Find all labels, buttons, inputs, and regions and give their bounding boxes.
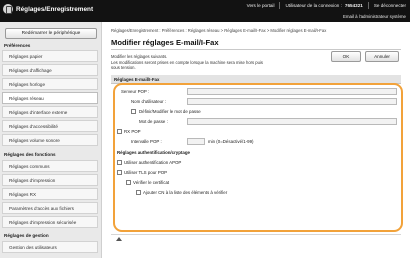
email-admin-link[interactable]: Email à l'administrateur système: [343, 14, 406, 19]
nav-divider: [367, 2, 369, 9]
verify-certificate-checkbox[interactable]: [126, 180, 131, 185]
sidebar-item-file-access[interactable]: Paramètres d'accès aux fichiers: [2, 202, 98, 214]
sidebar-item-volume[interactable]: Réglages volume sonore: [2, 134, 98, 146]
breadcrumb: Réglages/Enregistrement : Préférences : …: [111, 28, 327, 33]
auth-group-heading: Réglages authentification/cryptage: [117, 150, 190, 155]
sidebar-item-print[interactable]: Réglages d'impression: [2, 174, 98, 186]
sidebar-item-display[interactable]: Réglages d'affichage: [2, 64, 98, 76]
sidebar-item-accessibility[interactable]: Réglages d'accessibilité: [2, 120, 98, 132]
set-password-checkbox[interactable]: [131, 109, 136, 114]
device-logo-icon: [3, 4, 13, 14]
set-password-label: Définir/Modifier le mot de passe: [139, 109, 201, 114]
tls-pop-label: Utiliser TLS pour POP: [124, 170, 168, 175]
add-cn-checkbox[interactable]: [136, 190, 141, 195]
sidebar-item-clock[interactable]: Réglages horloge: [2, 78, 98, 90]
pop-interval-label: Intervalle POP :: [131, 139, 162, 144]
verify-certificate-label: Vérifier le certificat: [133, 180, 170, 185]
pop-interval-input[interactable]: [187, 138, 205, 145]
sidebar-head-preferences: Préférences: [4, 43, 31, 48]
restart-device-button[interactable]: Redémarrer le périphérique: [5, 28, 97, 39]
sidebar-item-rx[interactable]: Réglages RX: [2, 188, 98, 200]
sidebar-item-common[interactable]: Réglages communs: [2, 160, 98, 172]
main-content: Réglages/Enregistrement : Préférences : …: [103, 22, 410, 258]
login-user-id: 7654321: [344, 3, 363, 8]
apop-label: Utiliser authentification APOP: [124, 160, 182, 165]
sidebar: Redémarrer le périphérique Préférences R…: [0, 22, 102, 258]
intro-text: Modifier les réglages suivants. Les modi…: [111, 54, 311, 71]
footer-area: [111, 234, 401, 246]
sidebar-head-management: Réglages de gestion: [4, 233, 49, 238]
add-cn-label: Ajouter CN à la liste des éléments à vér…: [143, 190, 228, 195]
highlight-frame: [113, 83, 403, 232]
tls-pop-checkbox[interactable]: [117, 170, 122, 175]
app-title: Réglages/Enregistrement: [16, 5, 94, 13]
apop-checkbox[interactable]: [117, 160, 122, 165]
password-label: Mot de passe :: [139, 119, 168, 124]
cancel-button[interactable]: Annuler: [365, 51, 399, 62]
intro-line: sous tension.: [111, 65, 136, 71]
top-bar: Réglages/Enregistrement Vers le portail …: [0, 0, 410, 22]
sidebar-item-user-management[interactable]: Gestion des utilisateurs: [2, 241, 98, 253]
username-input[interactable]: [187, 98, 397, 105]
sidebar-item-network[interactable]: Réglages réseau: [2, 92, 98, 104]
nav-divider: [279, 2, 281, 9]
rx-pop-checkbox[interactable]: [117, 129, 122, 134]
sidebar-item-external-interface[interactable]: Réglages d'interface externe: [2, 106, 98, 118]
ok-button[interactable]: OK: [331, 51, 361, 62]
top-nav: Vers le portail Utilisateur de la connex…: [247, 2, 406, 9]
logout-link[interactable]: Se déconnecter: [374, 3, 406, 8]
sidebar-head-functions: Réglages des fonctions: [4, 152, 56, 157]
pop-server-label: Serveur POP :: [121, 89, 150, 94]
page-title: Modifier réglages E-mail/I-Fax: [111, 38, 219, 47]
pop-server-input[interactable]: [187, 88, 397, 95]
rx-pop-label: RX POP: [124, 129, 141, 134]
sidebar-item-paper[interactable]: Réglages papier: [2, 50, 98, 62]
password-input[interactable]: [187, 118, 397, 125]
pop-interval-hint: min (0=Désactivé/1-99): [208, 139, 254, 144]
scroll-up-icon[interactable]: [116, 237, 122, 241]
title-divider: [111, 49, 401, 50]
brand: Réglages/Enregistrement: [3, 3, 93, 15]
login-user-label: Utilisateur de la connexion :: [285, 3, 342, 8]
portal-link[interactable]: Vers le portail: [247, 3, 275, 8]
username-label: Nom d'utilisateur :: [131, 99, 167, 104]
sidebar-item-secure-print[interactable]: Réglages d'impression sécurisée: [2, 216, 98, 228]
